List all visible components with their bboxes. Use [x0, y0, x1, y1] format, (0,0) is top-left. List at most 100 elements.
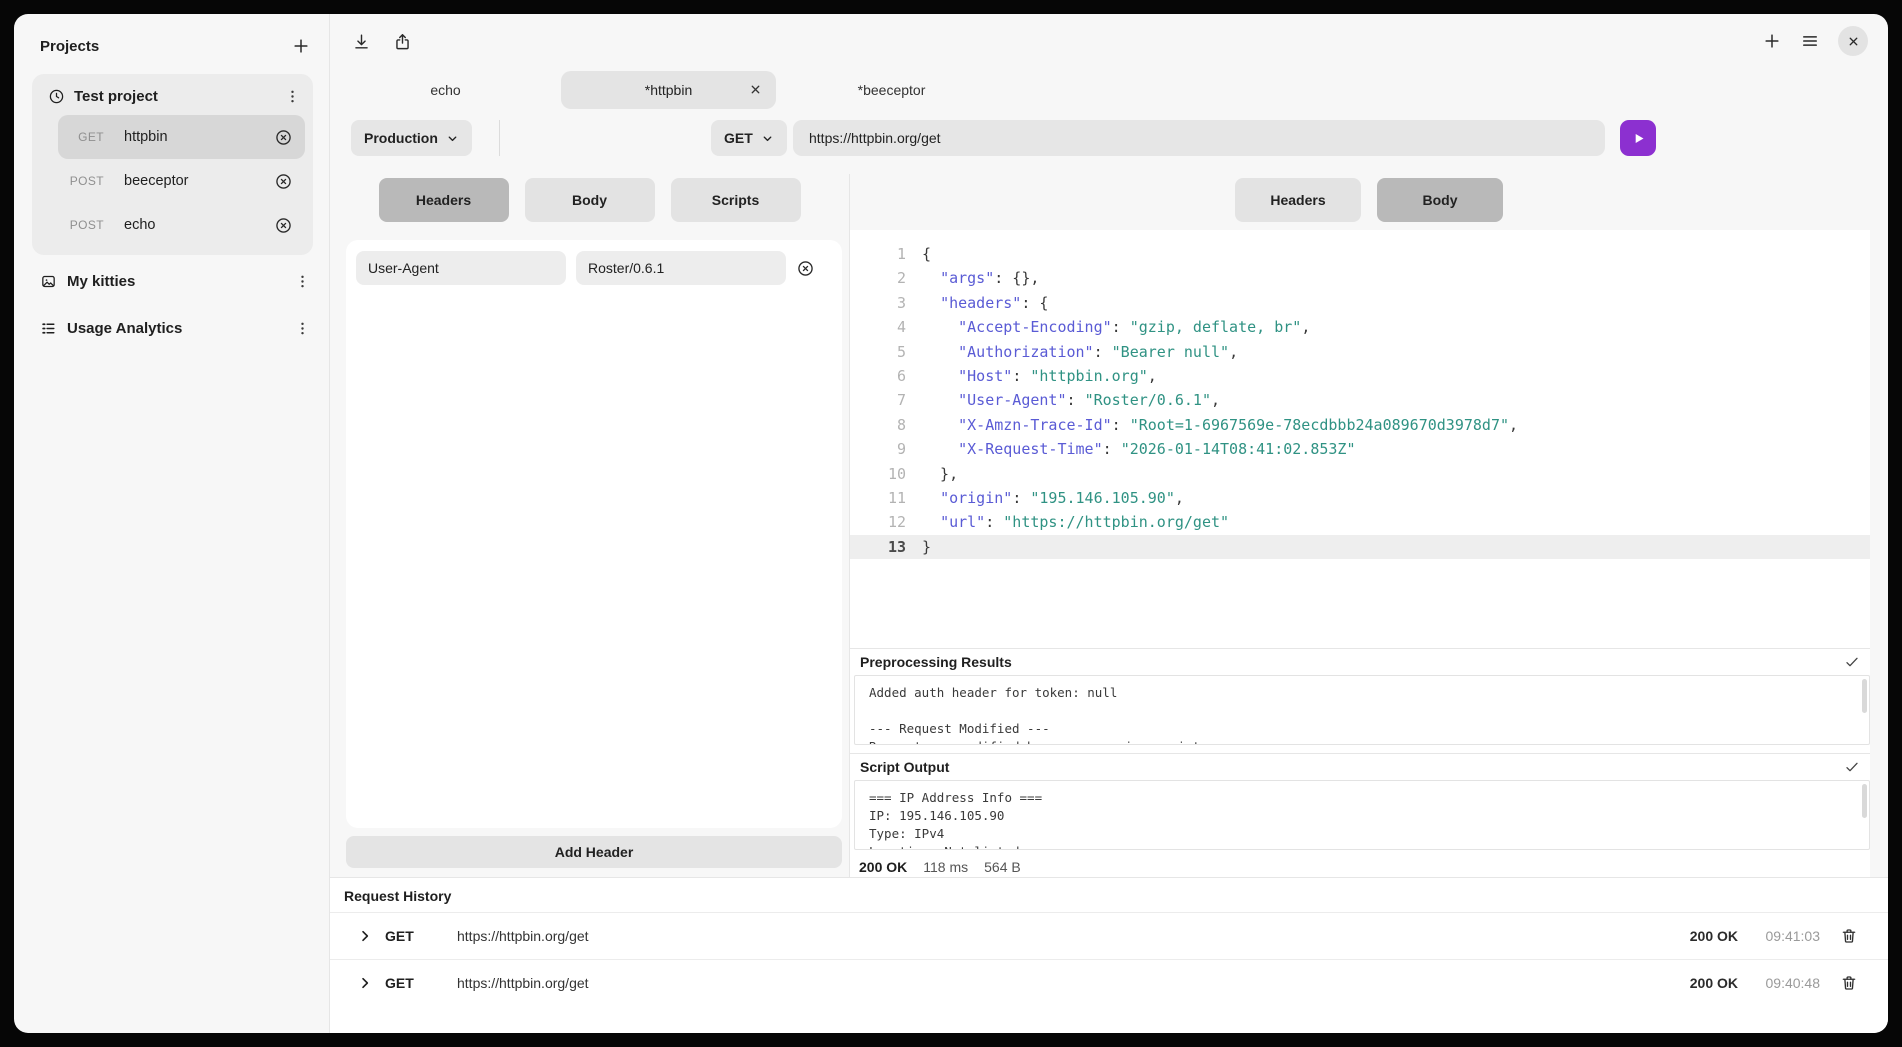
request-panel: Headers Body Scripts Add Header	[330, 174, 849, 877]
panels: Headers Body Scripts Add Header	[330, 174, 1888, 877]
project-group: Test project GET httpbin POST beeceptor	[32, 74, 313, 255]
sidebar-header: Projects	[14, 14, 329, 68]
kebab-icon	[294, 320, 311, 337]
hamburger-icon	[1800, 31, 1820, 51]
history-method: GET	[385, 975, 429, 991]
tab-echo[interactable]: echo	[338, 71, 553, 109]
method-label: GET	[724, 130, 753, 146]
header-key-input[interactable]	[356, 251, 566, 285]
environment-label: Production	[364, 130, 438, 146]
response-status-bar: 200 OK 118 ms 564 B	[850, 850, 1870, 875]
preprocessing-output[interactable]: Added auth header for token: null --- Re…	[854, 675, 1870, 745]
method-selector[interactable]: GET	[711, 120, 787, 156]
download-icon	[352, 32, 371, 51]
project-menu-button[interactable]	[284, 88, 301, 105]
circle-x-icon	[274, 172, 293, 191]
send-request-button[interactable]	[1620, 120, 1656, 156]
sidebar-request-httpbin[interactable]: GET httpbin	[58, 115, 305, 159]
image-icon	[40, 273, 57, 290]
close-icon	[749, 83, 762, 96]
circle-x-icon	[274, 216, 293, 235]
request-history-title: Request History	[330, 878, 1888, 912]
section-menu-button[interactable]	[294, 320, 311, 337]
chevron-down-icon	[446, 132, 459, 145]
environment-selector[interactable]: Production	[351, 120, 472, 156]
response-code-viewer[interactable]: 1{2 "args": {},3 "headers": {4 "Accept-E…	[850, 230, 1870, 640]
url-input[interactable]	[793, 120, 1605, 156]
request-method-label: POST	[62, 218, 104, 232]
app-window: Projects Test project GET httpbin	[14, 14, 1888, 1033]
chevron-right-icon	[357, 928, 373, 944]
tab-label: *httpbin	[645, 82, 692, 98]
request-name-label: httpbin	[124, 129, 274, 145]
menu-button[interactable]	[1800, 31, 1820, 51]
add-header-button[interactable]: Add Header	[346, 836, 842, 868]
circle-x-icon	[796, 259, 815, 278]
check-icon	[1844, 759, 1860, 775]
sidebar-item-my-kitties[interactable]: My kitties	[14, 261, 329, 302]
request-history: Request History GET https://httpbin.org/…	[330, 877, 1888, 1033]
request-bar: Production GET	[330, 120, 1888, 156]
section-menu-button[interactable]	[294, 273, 311, 290]
history-row[interactable]: GET https://httpbin.org/get 200 OK 09:40…	[330, 959, 1888, 1006]
header-row	[356, 251, 832, 285]
tab-request-scripts[interactable]: Scripts	[671, 178, 801, 222]
request-name-label: echo	[124, 217, 274, 233]
check-icon	[1844, 654, 1860, 670]
import-button[interactable]	[352, 32, 371, 51]
sidebar-request-beeceptor[interactable]: POST beeceptor	[58, 159, 305, 203]
divider	[499, 120, 500, 156]
status-time: 118 ms	[923, 859, 968, 875]
response-panel: Headers Body 1{2 "args": {},3 "headers":…	[849, 174, 1888, 877]
tab-httpbin[interactable]: *httpbin	[561, 71, 776, 109]
script-output-section-header: Script Output	[850, 753, 1870, 780]
history-url: https://httpbin.org/get	[457, 975, 1690, 991]
request-method-label: POST	[62, 174, 104, 188]
tab-label: *beeceptor	[858, 82, 926, 98]
toolbar	[330, 14, 1888, 68]
kebab-icon	[284, 88, 301, 105]
header-value-input[interactable]	[576, 251, 786, 285]
tab-response-headers[interactable]: Headers	[1235, 178, 1361, 222]
delete-history-button[interactable]	[1840, 974, 1858, 992]
remove-request-button[interactable]	[274, 128, 293, 147]
plus-icon	[291, 36, 311, 56]
chevron-right-icon	[357, 975, 373, 991]
tab-request-body[interactable]: Body	[525, 178, 655, 222]
export-button[interactable]	[393, 32, 412, 51]
response-panel-tabs: Headers Body	[850, 178, 1888, 222]
tab-label: echo	[430, 82, 460, 98]
new-tab-button[interactable]	[1762, 31, 1782, 51]
status-size: 564 B	[984, 859, 1021, 875]
scrollbar-thumb[interactable]	[1862, 679, 1867, 713]
close-tab-button[interactable]	[749, 83, 762, 96]
share-icon	[393, 32, 412, 51]
remove-request-button[interactable]	[274, 172, 293, 191]
script-output[interactable]: === IP Address Info === IP: 195.146.105.…	[854, 780, 1870, 850]
sidebar-request-echo[interactable]: POST echo	[58, 203, 305, 247]
trash-icon	[1840, 974, 1858, 992]
request-panel-tabs: Headers Body Scripts	[330, 178, 849, 222]
project-header[interactable]: Test project	[36, 78, 309, 115]
sidebar-item-label: Usage Analytics	[67, 320, 294, 337]
history-time: 09:40:48	[1754, 975, 1820, 991]
remove-request-button[interactable]	[274, 216, 293, 235]
kebab-icon	[294, 273, 311, 290]
tab-beeceptor[interactable]: *beeceptor	[784, 71, 999, 109]
delete-history-button[interactable]	[1840, 927, 1858, 945]
remove-header-button[interactable]	[796, 259, 815, 278]
close-window-button[interactable]	[1838, 26, 1868, 56]
play-icon	[1631, 131, 1646, 146]
history-row[interactable]: GET https://httpbin.org/get 200 OK 09:41…	[330, 912, 1888, 959]
tab-response-body[interactable]: Body	[1377, 178, 1503, 222]
history-status: 200 OK	[1690, 928, 1738, 944]
sidebar-item-label: My kitties	[67, 273, 294, 290]
projects-title: Projects	[40, 38, 99, 55]
add-project-button[interactable]	[291, 36, 311, 56]
scrollbar-thumb[interactable]	[1862, 784, 1867, 818]
main-area: echo *httpbin *beeceptor Production GET	[330, 14, 1888, 1033]
project-name: Test project	[74, 88, 284, 105]
tab-request-headers[interactable]: Headers	[379, 178, 509, 222]
sidebar-item-usage-analytics[interactable]: Usage Analytics	[14, 308, 329, 349]
history-method: GET	[385, 928, 429, 944]
